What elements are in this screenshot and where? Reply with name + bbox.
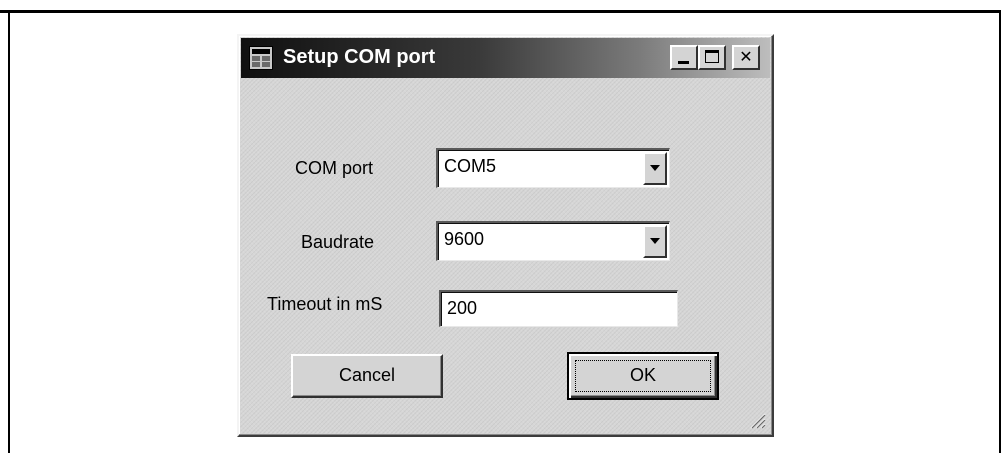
timeout-value: 200 (447, 298, 478, 318)
cancel-button-label: Cancel (338, 365, 396, 385)
com-port-dropdown-button[interactable] (643, 152, 667, 185)
close-button[interactable]: ✕ (732, 45, 760, 70)
timeout-input[interactable]: 200 (439, 290, 678, 327)
timeout-label: Timeout in mS (267, 294, 383, 314)
maximize-button[interactable] (698, 45, 726, 70)
window-title: Setup COM port (283, 46, 436, 68)
ok-button-label: OK (629, 365, 656, 385)
minimize-button[interactable] (670, 45, 698, 70)
com-port-select[interactable]: COM5 (436, 148, 670, 188)
close-icon: ✕ (739, 47, 753, 66)
setup-com-port-dialog: Setup COM port ✕ COM port COM5 Baudrate … (237, 34, 774, 437)
ok-button[interactable]: OK (567, 352, 719, 400)
baudrate-value: 9600 (444, 229, 485, 249)
window-app-icon[interactable] (249, 46, 273, 70)
maximize-icon (705, 50, 719, 63)
cancel-button[interactable]: Cancel (291, 354, 443, 398)
baudrate-dropdown-button[interactable] (643, 225, 667, 258)
resize-grip-icon[interactable] (748, 411, 766, 429)
baudrate-select[interactable]: 9600 (436, 221, 670, 261)
title-bar[interactable]: Setup COM port ✕ (241, 38, 770, 78)
baudrate-label: Baudrate (301, 232, 375, 252)
com-port-value: COM5 (444, 156, 497, 176)
chevron-down-icon (650, 165, 660, 171)
minimize-icon (678, 61, 689, 64)
page: Setup COM port ✕ COM port COM5 Baudrate … (0, 0, 1001, 453)
chevron-down-icon (650, 238, 660, 244)
com-port-label: COM port (295, 158, 374, 178)
